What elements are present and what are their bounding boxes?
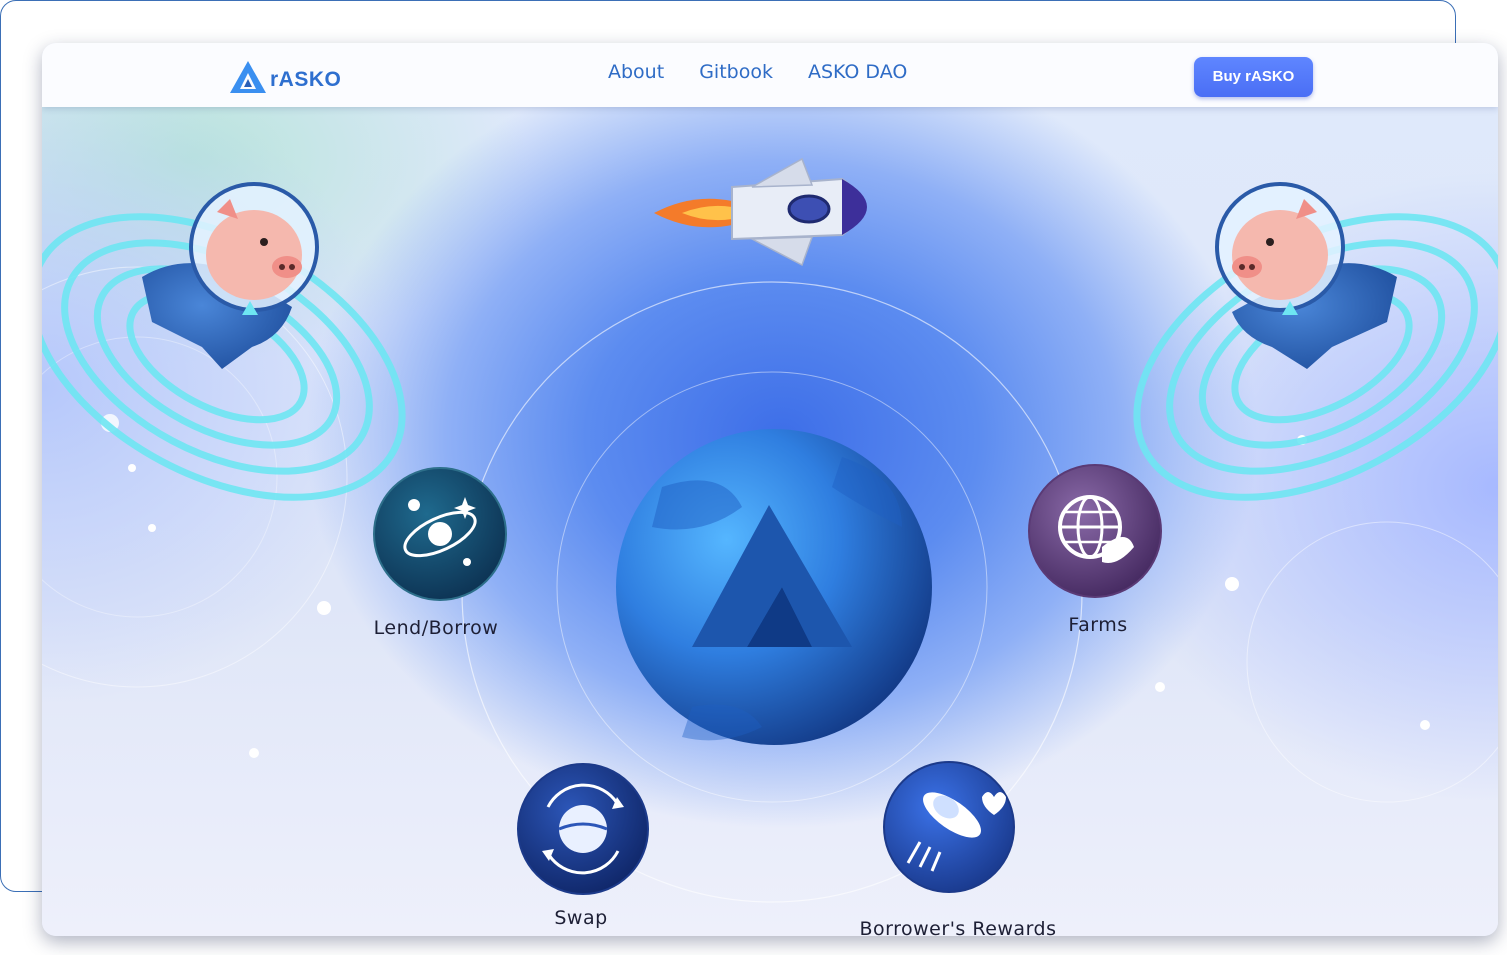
nav-link-asko-dao[interactable]: ASKO DAO — [808, 61, 907, 83]
lend-borrow-orb[interactable] — [373, 467, 507, 601]
service-label-swap[interactable]: Swap — [554, 907, 607, 929]
hero-scene: Lend/Borrow Farms Swap Borrower's Reward… — [42, 107, 1498, 936]
service-label-borrowers-rewards[interactable]: Borrower's Rewards — [859, 918, 1056, 936]
service-label-lend-borrow[interactable]: Lend/Borrow — [374, 617, 499, 639]
asko-triangle-logo-icon — [230, 61, 266, 93]
pig-astronaut-right — [1215, 182, 1397, 369]
top-navbar: rASKO About Gitbook ASKO DAO Buy rASKO — [42, 43, 1498, 107]
swap-orb[interactable] — [517, 763, 649, 895]
nav-link-about[interactable]: About — [608, 61, 664, 83]
brand-logo[interactable]: rASKO — [228, 55, 341, 95]
pig-astronaut-left — [142, 182, 319, 369]
borrowers-rewards-orb[interactable] — [883, 761, 1015, 893]
nav-link-gitbook[interactable]: Gitbook — [699, 61, 773, 83]
nav-links: About Gitbook ASKO DAO — [608, 61, 942, 83]
browser-window: rASKO About Gitbook ASKO DAO Buy rASKO L… — [42, 43, 1498, 936]
buy-rasko-button[interactable]: Buy rASKO — [1194, 57, 1313, 97]
central-planet — [616, 429, 932, 745]
farms-orb[interactable] — [1028, 464, 1162, 598]
service-label-farms[interactable]: Farms — [1068, 614, 1127, 636]
brand-name: rASKO — [270, 68, 342, 91]
space-illustration — [42, 157, 1498, 903]
rocket-illustration — [654, 157, 867, 267]
